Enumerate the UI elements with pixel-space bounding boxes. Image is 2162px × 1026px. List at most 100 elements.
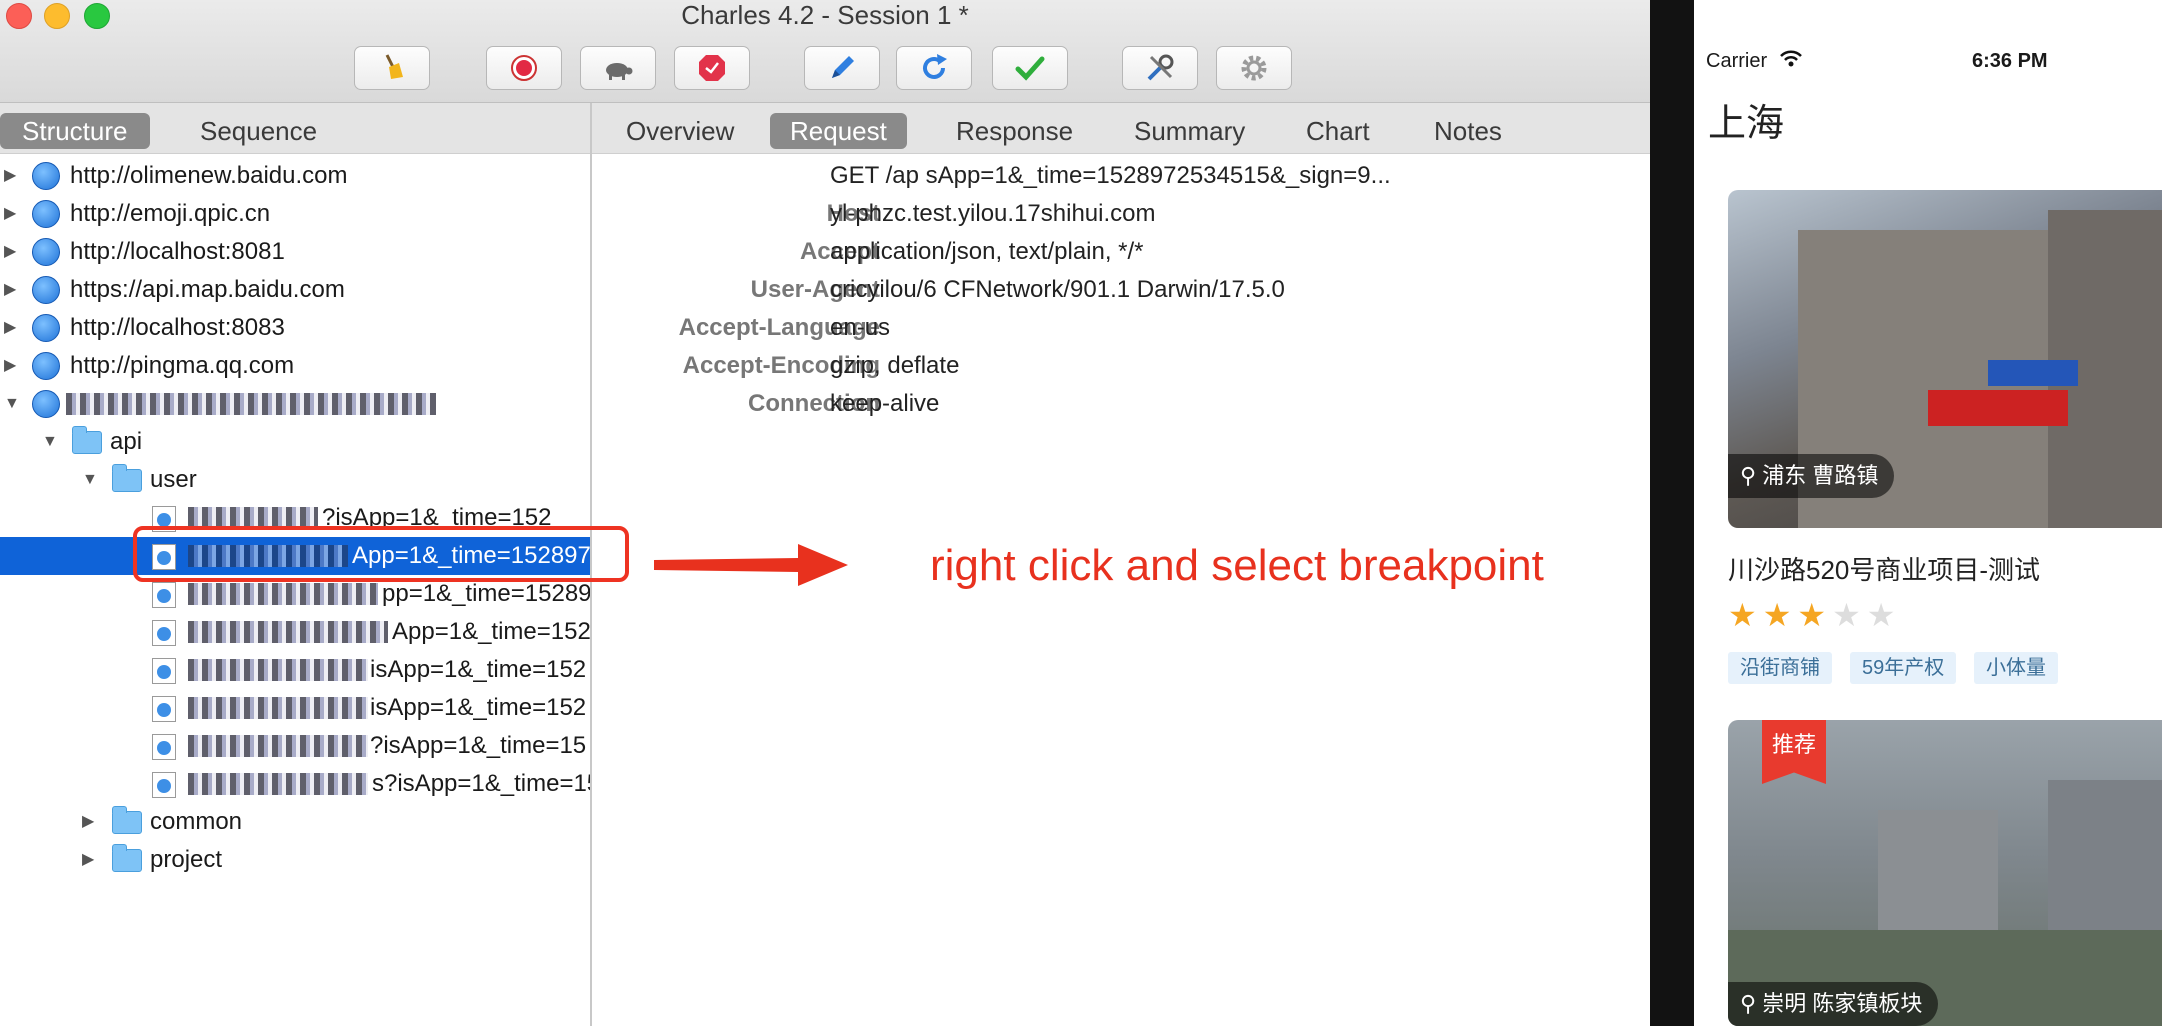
- tools-button[interactable]: [1122, 46, 1198, 90]
- header-row: Accept application/json, text/plain, */*: [592, 233, 1650, 271]
- location-label: 崇明 陈家镇板块: [1762, 991, 1923, 1016]
- request-doc-icon: [152, 772, 176, 798]
- tab-request[interactable]: Request: [770, 113, 907, 149]
- header-value: en-us: [830, 314, 891, 341]
- host-label: http://localhost:8081: [70, 238, 285, 265]
- tree-request-row[interactable]: ?isApp=1&_time=15: [0, 727, 590, 765]
- tree-request-row[interactable]: s?isApp=1&_time=15: [0, 765, 590, 803]
- disclosure-right-icon[interactable]: ▶: [4, 233, 16, 271]
- record-icon: [511, 55, 537, 81]
- tab-overview[interactable]: Overview: [606, 113, 754, 149]
- tree-host-row[interactable]: ▶ https://api.map.baidu.com: [0, 271, 590, 309]
- repeat-button[interactable]: [896, 46, 972, 90]
- tree-host-row[interactable]: ▼: [0, 385, 590, 423]
- gear-icon: [1241, 55, 1267, 81]
- status-bar: Carrier 6:36 PM: [1694, 42, 2162, 82]
- tools-icon: [1147, 54, 1174, 81]
- disclosure-right-icon[interactable]: ▶: [4, 195, 16, 233]
- header-value: keep-alive: [830, 390, 940, 417]
- folder-icon: [112, 806, 142, 834]
- city-title[interactable]: 上海: [1708, 92, 1784, 147]
- globe-icon: [32, 200, 60, 228]
- tab-response[interactable]: Response: [936, 113, 1093, 149]
- disclosure-right-icon[interactable]: ▶: [82, 803, 94, 841]
- disclosure-down-icon[interactable]: ▼: [42, 423, 58, 461]
- charles-window: Charles 4.2 - Session 1 * Structure Sequ…: [0, 0, 1650, 1026]
- header-value: cricyilou/6 CFNetwork/901.1 Darwin/17.5.…: [830, 276, 1285, 303]
- redacted-text: [188, 735, 368, 757]
- status-time: 6:36 PM: [1972, 50, 2048, 72]
- tree-folder-row[interactable]: ▼ user: [0, 461, 590, 499]
- folder-icon: [72, 426, 102, 454]
- disclosure-down-icon[interactable]: ▼: [82, 461, 98, 499]
- header-row: Host yl-phzc.test.yilou.17shihui.com: [592, 195, 1650, 233]
- redacted-host-label: [66, 393, 436, 415]
- request-label: isApp=1&_time=152: [370, 656, 587, 683]
- disclosure-right-icon[interactable]: ▶: [4, 347, 16, 385]
- tree-folder-row[interactable]: ▶ common: [0, 803, 590, 841]
- redacted-text: [188, 621, 388, 643]
- tree-host-row[interactable]: ▶ http://pingma.qq.com: [0, 347, 590, 385]
- tree-request-row[interactable]: isApp=1&_time=152: [0, 689, 590, 727]
- tree-host-row[interactable]: ▶ http://emoji.qpic.cn: [0, 195, 590, 233]
- folder-label: user: [150, 466, 197, 493]
- turtle-icon: [606, 63, 633, 80]
- tree-host-row[interactable]: ▶ http://localhost:8081: [0, 233, 590, 271]
- desktop-background: [1650, 0, 1694, 1026]
- structure-tree: ▶ http://olimenew.baidu.com ▶ http://emo…: [0, 157, 590, 1026]
- header-row: User-Agent cricyilou/6 CFNetwork/901.1 D…: [592, 271, 1650, 309]
- disclosure-down-icon[interactable]: ▼: [4, 385, 20, 423]
- tree-host-row[interactable]: ▶ http://olimenew.baidu.com: [0, 157, 590, 195]
- tree-request-row[interactable]: isApp=1&_time=152: [0, 651, 590, 689]
- tree-folder-row[interactable]: ▼ api: [0, 423, 590, 461]
- globe-icon: [32, 162, 60, 190]
- wifi-icon: [1780, 50, 1802, 74]
- disclosure-right-icon[interactable]: ▶: [4, 157, 16, 195]
- location-badge: ⚲ 崇明 陈家镇板块: [1728, 982, 1939, 1026]
- disclosure-right-icon[interactable]: ▶: [82, 841, 94, 879]
- throttle-button[interactable]: [580, 46, 656, 90]
- project-photo[interactable]: ⚲ 浦东 曹路镇: [1728, 190, 2162, 528]
- location-pin-icon: ⚲: [1740, 991, 1757, 1016]
- record-button[interactable]: [486, 46, 562, 90]
- shop-sign: [1988, 360, 2078, 386]
- redacted-text: [188, 583, 378, 605]
- tree-host-row[interactable]: ▶ http://localhost:8083: [0, 309, 590, 347]
- compose-button[interactable]: [804, 46, 880, 90]
- tree-request-row[interactable]: App=1&_time=152: [0, 613, 590, 651]
- request-line-row: GET /ap sApp=1&_time=1528972534515&_sign…: [592, 157, 1650, 195]
- tab-summary[interactable]: Summary: [1114, 113, 1265, 149]
- header-row: Accept-Language en-us: [592, 309, 1650, 347]
- folder-label: common: [150, 808, 243, 835]
- settings-button[interactable]: [1216, 46, 1292, 90]
- host-label: http://pingma.qq.com: [70, 352, 295, 379]
- feature-tag: 59年产权: [1850, 652, 1957, 684]
- tab-sequence[interactable]: Sequence: [178, 113, 339, 149]
- annotation-highlight-box: [133, 526, 629, 582]
- project-title[interactable]: 川沙路520号商业项目-测试: [1728, 550, 2040, 587]
- disclosure-right-icon[interactable]: ▶: [4, 271, 16, 309]
- iphone-simulator: Carrier 6:36 PM 上海 ⚲ 浦东 曹路镇 川沙路520号商业项目-…: [1694, 42, 2162, 1026]
- breakpoints-button[interactable]: [674, 46, 750, 90]
- location-label: 浦东 曹路镇: [1762, 463, 1879, 488]
- left-tab-bar: Structure Sequence: [0, 103, 590, 154]
- title-bar: Charles 4.2 - Session 1 *: [0, 0, 1650, 103]
- header-value: gzip, deflate: [830, 352, 960, 379]
- host-label: http://emoji.qpic.cn: [70, 200, 271, 227]
- clear-button[interactable]: [354, 46, 430, 90]
- globe-icon: [32, 314, 60, 342]
- validate-button[interactable]: [992, 46, 1068, 90]
- tab-notes[interactable]: Notes: [1414, 113, 1522, 149]
- request-doc-icon: [152, 620, 176, 646]
- tab-structure[interactable]: Structure: [0, 113, 150, 149]
- disclosure-right-icon[interactable]: ▶: [4, 309, 16, 347]
- filled-star-icons: ★★★: [1728, 597, 1833, 633]
- carrier-label: Carrier: [1706, 50, 1768, 72]
- tab-chart[interactable]: Chart: [1286, 113, 1390, 149]
- folder-icon: [112, 844, 142, 872]
- request-doc-icon: [152, 696, 176, 722]
- host-label: http://localhost:8083: [70, 314, 285, 341]
- tree-folder-row[interactable]: ▶ project: [0, 841, 590, 879]
- request-label: s?isApp=1&_time=15: [372, 770, 590, 797]
- shop-sign: [1928, 390, 2068, 426]
